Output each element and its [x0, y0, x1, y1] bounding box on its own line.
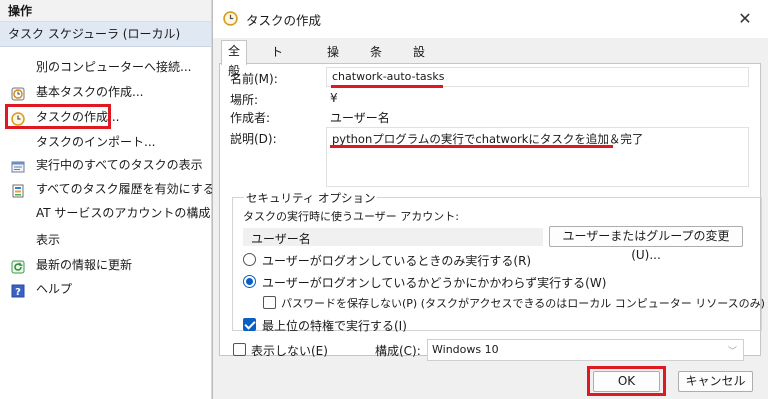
- actions-pane-header: 操作: [0, 0, 211, 22]
- clock-icon: [223, 11, 238, 26]
- action-refresh[interactable]: 最新の情報に更新: [0, 253, 212, 277]
- action-create-basic-task[interactable]: 基本タスクの作成...: [0, 80, 212, 104]
- tab-settings[interactable]: 設定: [407, 42, 432, 79]
- configure-for-select[interactable]: Windows 10 ﹀: [427, 339, 744, 361]
- radio-logged-on-only-label: ユーザーがログオンしているときのみ実行する(R): [262, 254, 532, 268]
- action-label: 基本タスクの作成...: [36, 85, 144, 99]
- tab-general[interactable]: 全般: [221, 40, 248, 78]
- checkbox-do-not-store-password[interactable]: [263, 296, 276, 309]
- history-icon: [11, 182, 25, 198]
- checkbox-highest-privileges[interactable]: [243, 318, 256, 331]
- description-textarea[interactable]: pythonプログラムの実行でchatworkにタスクを追加＆完了: [326, 127, 749, 187]
- radio-logged-on-only[interactable]: [243, 253, 256, 266]
- name-input[interactable]: chatwork-auto-tasks: [326, 67, 749, 87]
- action-label: 表示: [36, 233, 61, 247]
- run-as-label: タスクの実行時に使うユーザー アカウント:: [243, 210, 459, 223]
- location-label: 場所:: [230, 93, 259, 107]
- configure-for-label: 構成(C):: [375, 344, 421, 358]
- action-import-task[interactable]: タスクのインポート...: [0, 130, 212, 154]
- general-tab-panel: 名前(M): chatwork-auto-tasks 場所: ¥ 作成者: ユー…: [219, 63, 765, 356]
- security-options-group: セキュリティ オプション タスクの実行時に使うユーザー アカウント: ユーザー名…: [232, 190, 765, 333]
- dialog-title-bar[interactable]: タスクの作成 ✕: [213, 0, 768, 38]
- change-user-button[interactable]: ユーザーまたはグループの変更(U)...: [549, 226, 743, 262]
- configure-for-value: Windows 10: [432, 343, 499, 356]
- actions-section-task-scheduler[interactable]: タスク スケジューラ (ローカル): [0, 22, 211, 47]
- author-value: ユーザー名: [330, 111, 390, 125]
- name-input-value: chatwork-auto-tasks: [332, 70, 445, 83]
- checkbox-hidden-label: 表示しない(E): [251, 344, 328, 358]
- tab-actions[interactable]: 操作: [321, 42, 346, 79]
- run-as-user-value: ユーザー名: [251, 232, 311, 246]
- svg-text:?: ?: [15, 287, 21, 298]
- action-label: 別のコンピューターへ接続...: [36, 60, 192, 74]
- refresh-icon: [11, 258, 25, 274]
- name-underline-annotation: [331, 85, 443, 88]
- ok-highlight-box: [587, 366, 666, 396]
- chevron-down-icon: ﹀: [727, 347, 737, 357]
- basic-task-icon: [11, 85, 25, 101]
- dialog-title: タスクの作成: [246, 13, 322, 28]
- author-label: 作成者:: [230, 111, 271, 125]
- checkbox-hidden[interactable]: [233, 343, 246, 356]
- action-label: 実行中のすべてのタスクの表示: [36, 158, 203, 172]
- cancel-button[interactable]: キャンセル: [678, 371, 753, 392]
- radio-whether-logged-on-label: ユーザーがログオンしているかどうかにかかわらず実行する(W): [262, 276, 607, 290]
- action-label: タスクのインポート...: [36, 135, 156, 149]
- create-task-highlight-box: [5, 104, 111, 129]
- security-options-title: セキュリティ オプション: [244, 190, 378, 206]
- checkbox-highest-privileges-label: 最上位の特権で実行する(I): [262, 319, 407, 333]
- description-underline-annotation: [330, 145, 613, 148]
- checkbox-do-not-store-password-label: パスワードを保存しない(P) (タスクがアクセスできるのはローカル コンピュータ…: [281, 297, 765, 310]
- help-icon: ?: [11, 282, 25, 298]
- action-enable-history[interactable]: すべてのタスク履歴を有効にする: [0, 177, 215, 201]
- tab-triggers[interactable]: トリガー: [265, 42, 290, 119]
- actions-pane: 操作 タスク スケジューラ (ローカル) 別のコンピューターへ接続... 基本タ…: [0, 0, 215, 399]
- close-icon[interactable]: ✕: [731, 6, 759, 32]
- description-label: 説明(D):: [230, 132, 277, 146]
- action-label: すべてのタスク履歴を有効にする: [36, 182, 215, 196]
- location-value: ¥: [330, 91, 338, 105]
- action-show-running-tasks[interactable]: 実行中のすべてのタスクの表示: [0, 153, 212, 177]
- action-label: ヘルプ: [36, 282, 73, 296]
- run-as-user-field: ユーザー名: [243, 228, 543, 246]
- running-tasks-icon: [11, 158, 25, 173]
- create-task-dialog: タスクの作成 ✕ 全般 トリガー 操作 条件 設定 名前(M): chatwor…: [212, 0, 768, 399]
- action-label: 最新の情報に更新: [36, 258, 133, 272]
- action-help[interactable]: ? ヘルプ: [0, 277, 212, 301]
- action-view[interactable]: 表示: [0, 228, 212, 252]
- tab-conditions[interactable]: 条件: [364, 42, 389, 79]
- radio-whether-logged-on[interactable]: [243, 275, 256, 288]
- action-configure-at-service[interactable]: AT サービスのアカウントの構成: [0, 201, 212, 225]
- action-label: AT サービスのアカウントの構成: [36, 206, 211, 220]
- action-connect-computer[interactable]: 別のコンピューターへ接続...: [0, 55, 212, 79]
